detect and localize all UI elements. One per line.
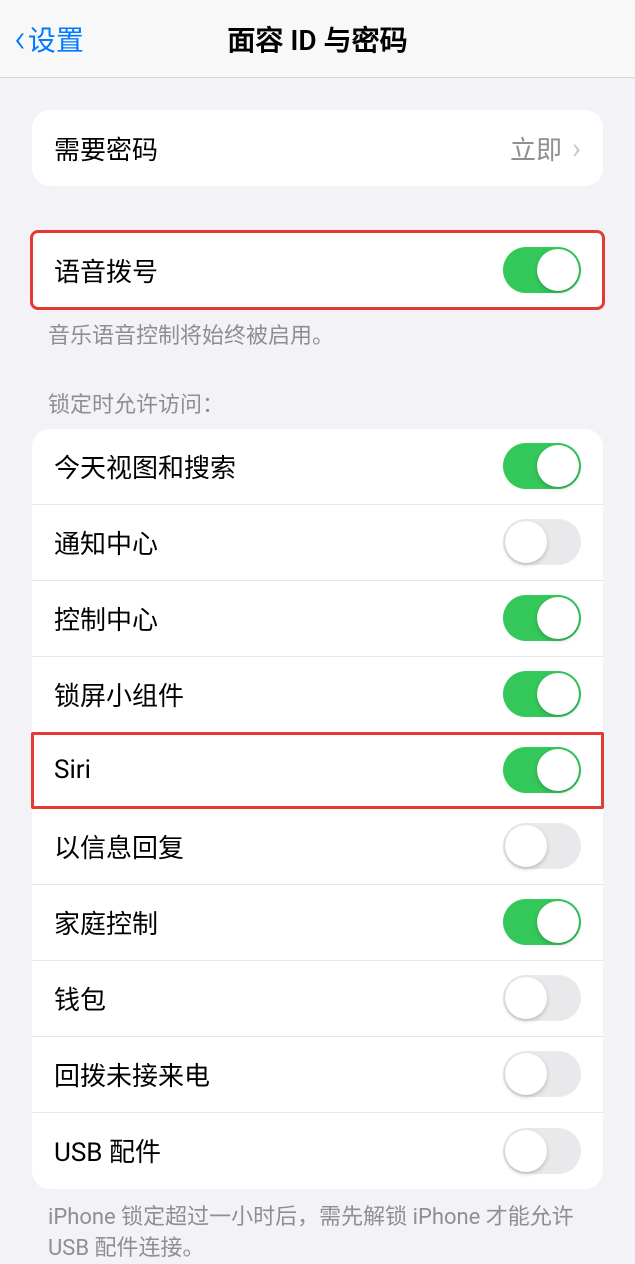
voice-dial-toggle[interactable] — [503, 247, 581, 293]
lock-item-toggle[interactable] — [503, 595, 581, 641]
lock-item-toggle[interactable] — [503, 823, 581, 869]
lock-access-group: 今天视图和搜索通知中心控制中心锁屏小组件 Siri 以信息回复家庭控制钱包回拨未接来… — [32, 429, 603, 1189]
lock-item-label: 回拨未接来电 — [54, 1056, 210, 1093]
lock-item-label: 控制中心 — [54, 600, 158, 637]
back-label: 设置 — [28, 19, 84, 59]
lock-item-row: 以信息回复 — [32, 809, 603, 885]
lock-item-toggle[interactable] — [503, 899, 581, 945]
lock-item-toggle[interactable] — [503, 443, 581, 489]
lock-item-toggle[interactable] — [503, 1051, 581, 1097]
usb-footer: iPhone 锁定超过一小时后，需先解锁 iPhone 才能允许 USB 配件连… — [48, 1203, 587, 1264]
require-passcode-label: 需要密码 — [54, 130, 158, 167]
lock-item-row: 回拨未接来电 — [32, 1037, 603, 1113]
lock-item-label: 锁屏小组件 — [54, 676, 184, 713]
lock-item-toggle[interactable] — [503, 519, 581, 565]
nav-bar: ‹ 设置 面容 ID 与密码 — [0, 0, 635, 78]
lock-item-label: Siri — [54, 755, 91, 785]
lock-item-label: 以信息回复 — [54, 828, 184, 865]
chevron-left-icon: ‹ — [14, 19, 26, 59]
lock-item-row: 钱包 — [32, 961, 603, 1037]
require-passcode-value-text: 立即 — [510, 130, 562, 167]
lock-item-label: 通知中心 — [54, 524, 158, 561]
lock-item-row: USB 配件 — [32, 1113, 603, 1189]
voice-dial-group: 语音拨号 — [32, 232, 603, 308]
back-button[interactable]: ‹ 设置 — [0, 19, 84, 59]
lock-item-row: 今天视图和搜索 — [32, 429, 603, 505]
lock-item-toggle[interactable] — [503, 1128, 581, 1174]
lock-item-row: 通知中心 — [32, 505, 603, 581]
lock-item-label: 今天视图和搜索 — [54, 448, 236, 485]
lock-item-label: USB 配件 — [54, 1132, 161, 1169]
lock-item-toggle[interactable] — [503, 671, 581, 717]
lock-item-row: Siri — [32, 733, 603, 809]
lock-item-toggle[interactable] — [503, 975, 581, 1021]
page-title: 面容 ID 与密码 — [227, 19, 407, 59]
require-passcode-group: 需要密码 立即 › — [32, 110, 603, 186]
lock-item-row: 控制中心 — [32, 581, 603, 657]
lock-item-toggle[interactable] — [503, 747, 581, 793]
chevron-right-icon: › — [572, 131, 581, 166]
voice-dial-label: 语音拨号 — [54, 252, 158, 289]
require-passcode-row[interactable]: 需要密码 立即 › — [32, 110, 603, 186]
lock-item-row: 锁屏小组件 — [32, 657, 603, 733]
lock-access-header: 锁定时允许访问： — [48, 387, 587, 419]
lock-item-label: 家庭控制 — [54, 904, 158, 941]
voice-dial-row: 语音拨号 — [32, 232, 603, 308]
voice-dial-footer: 音乐语音控制将始终被启用。 — [48, 322, 587, 353]
lock-item-label: 钱包 — [54, 980, 106, 1017]
require-passcode-value: 立即 › — [510, 130, 581, 167]
lock-item-row: 家庭控制 — [32, 885, 603, 961]
